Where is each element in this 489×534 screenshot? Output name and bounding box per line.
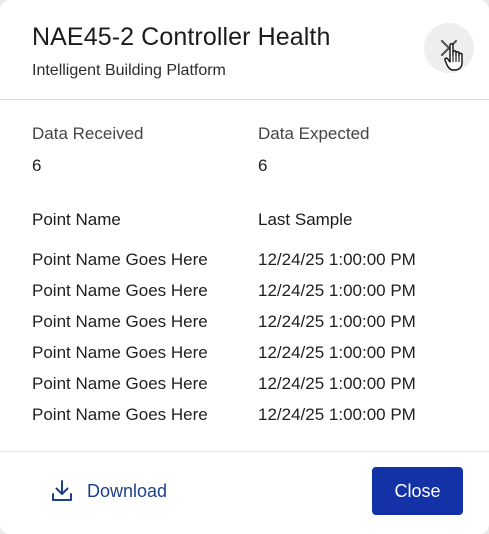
last-sample-cell: 12/24/25 1:00:00 PM (258, 250, 416, 269)
close-button[interactable]: Close (372, 467, 463, 515)
controller-health-dialog: NAE45-2 Controller Health Intelligent Bu… (0, 0, 489, 534)
table-row: Point Name Goes Here 12/24/25 1:00:00 PM (0, 405, 489, 436)
download-icon (52, 480, 72, 501)
table-row: Point Name Goes Here 12/24/25 1:00:00 PM (0, 312, 489, 343)
points-table-body: Point Name Goes Here 12/24/25 1:00:00 PM… (0, 250, 489, 436)
dialog-header: NAE45-2 Controller Health Intelligent Bu… (0, 0, 489, 100)
point-name-cell: Point Name Goes Here (32, 405, 208, 424)
column-header-point-name: Point Name (32, 210, 121, 229)
last-sample-cell: 12/24/25 1:00:00 PM (258, 343, 416, 362)
close-dialog-button[interactable] (424, 23, 474, 73)
table-row: Point Name Goes Here 12/24/25 1:00:00 PM (0, 374, 489, 405)
point-name-cell: Point Name Goes Here (32, 374, 208, 393)
data-received-label: Data Received (32, 124, 144, 143)
point-name-cell: Point Name Goes Here (32, 250, 208, 269)
table-row: Point Name Goes Here 12/24/25 1:00:00 PM (0, 250, 489, 281)
point-name-cell: Point Name Goes Here (32, 312, 208, 331)
last-sample-cell: 12/24/25 1:00:00 PM (258, 312, 416, 331)
table-row: Point Name Goes Here 12/24/25 1:00:00 PM (0, 281, 489, 312)
column-header-last-sample: Last Sample (258, 210, 353, 229)
dialog-title: NAE45-2 Controller Health (32, 23, 331, 51)
close-icon (440, 39, 458, 57)
point-name-cell: Point Name Goes Here (32, 281, 208, 300)
last-sample-cell: 12/24/25 1:00:00 PM (258, 281, 416, 300)
download-label: Download (87, 480, 168, 501)
download-button[interactable]: Download (50, 478, 167, 504)
data-received-value: 6 (32, 156, 42, 175)
point-name-cell: Point Name Goes Here (32, 343, 208, 362)
last-sample-cell: 12/24/25 1:00:00 PM (258, 374, 416, 393)
dialog-subtitle: Intelligent Building Platform (32, 62, 226, 79)
table-row: Point Name Goes Here 12/24/25 1:00:00 PM (0, 343, 489, 374)
data-expected-label: Data Expected (258, 124, 370, 143)
last-sample-cell: 12/24/25 1:00:00 PM (258, 405, 416, 424)
data-expected-value: 6 (258, 156, 268, 175)
dialog-footer: Download Close (0, 451, 489, 534)
